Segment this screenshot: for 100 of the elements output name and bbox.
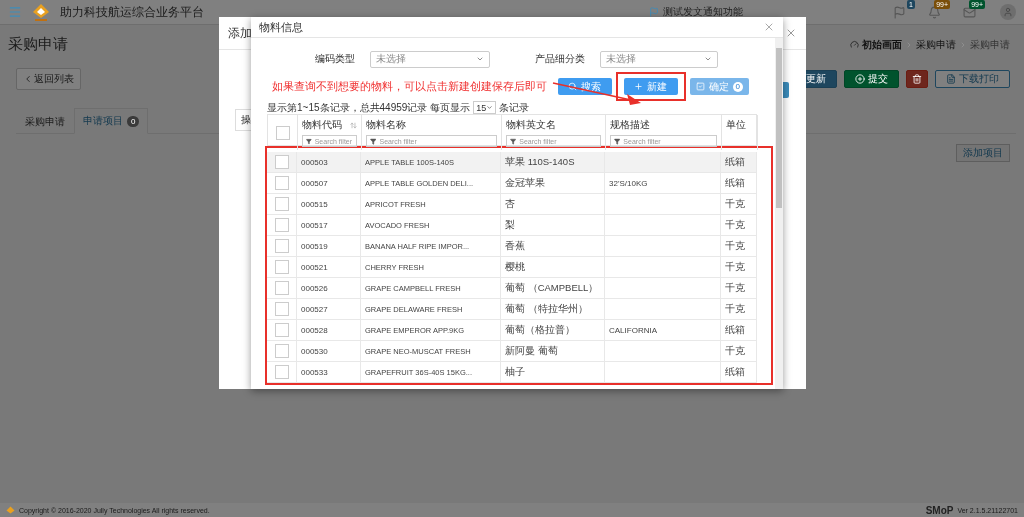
table-cell: 千克: [725, 197, 745, 211]
filter-icon: [510, 137, 517, 145]
table-cell: 000517: [301, 220, 328, 230]
checkbox[interactable]: [274, 365, 289, 379]
caret-icon: [476, 55, 484, 63]
breadcrumb-link[interactable]: 采购申请: [916, 37, 956, 52]
delete-button[interactable]: [906, 70, 928, 88]
table-cell: 樱桃: [505, 260, 525, 274]
table-cell: 000519: [301, 241, 328, 251]
count-badge: 0: [127, 115, 140, 127]
checkbox[interactable]: [274, 302, 289, 316]
column-header: 单位: [726, 118, 746, 132]
table-cell: 柚子: [505, 365, 525, 379]
page-title: 采购申请: [8, 35, 68, 54]
column-header: 物料名称: [366, 118, 406, 132]
app-title: 助力科技航运综合业务平台: [60, 3, 204, 21]
checkbox[interactable]: [274, 197, 289, 211]
dialog-title: 物料信息: [259, 19, 303, 35]
table-cell: 千克: [725, 260, 745, 274]
avatar[interactable]: [1000, 4, 1016, 20]
plus-icon: [634, 82, 644, 91]
table-cell: 000530: [301, 346, 328, 356]
logo-icon: [6, 505, 15, 515]
table-cell: 梨: [505, 218, 515, 232]
table-cell: 香蕉: [505, 239, 525, 253]
category-select[interactable]: 未选择: [600, 50, 718, 68]
checkbox[interactable]: [274, 260, 289, 274]
table-cell: 纸箱: [725, 365, 745, 379]
table-cell: 32'S/10KG: [609, 178, 648, 188]
table-cell: 000503: [301, 157, 328, 167]
table-cell: 000515: [301, 199, 328, 209]
table-cell: 杏: [505, 197, 515, 211]
sort-icon[interactable]: [350, 121, 357, 129]
submit-button[interactable]: 提交: [844, 70, 899, 88]
close-icon[interactable]: [785, 27, 797, 39]
close-icon[interactable]: [763, 21, 775, 33]
column-header: 规格描述: [610, 118, 650, 132]
trash-icon: [912, 74, 922, 84]
user-icon: [1003, 7, 1013, 17]
table-cell: 纸箱: [725, 176, 745, 190]
checkbox[interactable]: [274, 281, 289, 295]
table-cell: 000526: [301, 283, 328, 293]
table-cell: 千克: [725, 302, 745, 316]
table-cell: 纸箱: [725, 323, 745, 337]
table-cell: 葡萄（格拉普）: [505, 323, 575, 337]
checkbox[interactable]: [274, 218, 289, 232]
count-badge: 0: [732, 81, 743, 92]
table-cell: 000507: [301, 178, 328, 188]
category-select[interactable]: 未选择: [370, 50, 490, 68]
caret-icon: [704, 55, 712, 63]
checkbox[interactable]: [274, 176, 289, 190]
checkbox[interactable]: [274, 323, 289, 337]
table-cell: 金冠苹果: [505, 176, 545, 190]
table-cell: 千克: [725, 344, 745, 358]
brand-logo: SMoP: [925, 504, 954, 516]
breadcrumb-link[interactable]: 初始画面: [862, 37, 902, 52]
table-cell: 000527: [301, 304, 328, 314]
chevron-icon: [23, 74, 33, 84]
table-cell: 000533: [301, 367, 328, 377]
filter-icon: [614, 137, 621, 145]
table-cell: CALIFORNIA: [609, 325, 657, 335]
notice-link[interactable]: 测试发文通知功能: [663, 5, 743, 19]
table-cell: 苹果 110S-140S: [505, 155, 575, 169]
search-icon: [568, 82, 578, 91]
bell-icon[interactable]: [928, 5, 941, 19]
filter-icon: [306, 137, 312, 145]
flag-icon: [649, 7, 659, 17]
dialog-title: 添加: [228, 24, 252, 42]
table-cell: 纸箱: [725, 155, 745, 169]
flag-icon[interactable]: [893, 5, 906, 19]
table-cell: 葡萄 （CAMPBELL）: [505, 281, 599, 295]
table-cell: 000521: [301, 262, 328, 272]
scrollbar[interactable]: [775, 38, 783, 389]
logo-icon: [32, 3, 50, 21]
dashboard-icon: [850, 40, 859, 49]
filter-label: 产品细分类: [534, 52, 585, 66]
checkbox[interactable]: [274, 155, 289, 169]
filter-label: 编码类型: [314, 52, 355, 66]
checkbox[interactable]: [274, 239, 289, 253]
column-header: 物料代码: [302, 118, 342, 132]
check-square-icon: [695, 82, 705, 91]
filter-icon: [370, 137, 377, 145]
annotation-text: 如果查询不到想要的物料，可以点击新建创建保存后即可: [272, 79, 548, 94]
table-cell: 千克: [725, 281, 745, 295]
tab[interactable]: 申请项目 0: [74, 108, 149, 134]
mail-icon[interactable]: [963, 5, 976, 19]
menu-icon[interactable]: [8, 5, 22, 19]
records-info: 条记录: [499, 100, 530, 115]
checkbox[interactable]: [274, 344, 289, 358]
tab[interactable]: 采购申请: [16, 109, 74, 134]
document-icon: [946, 74, 956, 84]
plus-circle-icon: [855, 74, 865, 84]
records-info: 显示第1~15条记录，总共44959记录 每页显示: [267, 100, 471, 115]
page-size-select[interactable]: 15: [473, 101, 497, 114]
table-cell: 新阿曼 葡萄: [505, 344, 558, 358]
table-cell: 000528: [301, 325, 328, 335]
checkbox[interactable]: [275, 125, 290, 140]
back-button[interactable]: 返回列表: [16, 68, 81, 90]
table-cell: 千克: [725, 218, 745, 232]
caret-icon: [486, 104, 494, 111]
